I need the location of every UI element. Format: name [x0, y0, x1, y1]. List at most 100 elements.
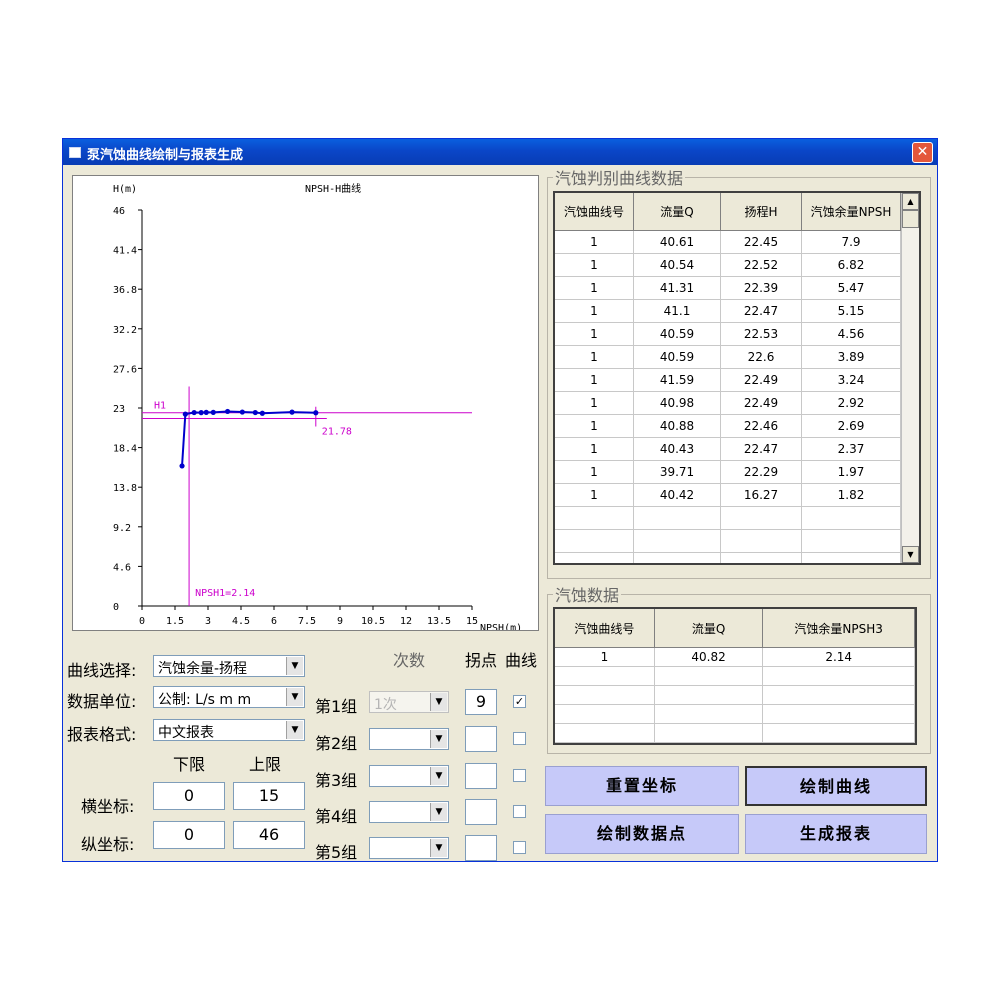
- group-2-curve-checkbox[interactable]: [513, 732, 526, 745]
- table-cell[interactable]: [555, 666, 655, 686]
- table-cell[interactable]: 1: [555, 276, 634, 300]
- chevron-down-icon[interactable]: ▼: [430, 693, 447, 711]
- x-upper-input[interactable]: 15: [233, 782, 305, 810]
- cavitation-data-column-header[interactable]: 汽蚀余量NPSH3: [762, 609, 915, 648]
- table-cell[interactable]: 4.56: [801, 322, 901, 346]
- table-cell[interactable]: 7.9: [801, 230, 901, 254]
- table-cell[interactable]: [555, 723, 655, 743]
- table-cell[interactable]: 40.43: [633, 437, 721, 461]
- scroll-down-icon[interactable]: ▼: [902, 546, 919, 563]
- table-cell[interactable]: 1: [555, 345, 634, 369]
- table-cell[interactable]: 3.24: [801, 368, 901, 392]
- chevron-down-icon[interactable]: ▼: [286, 657, 303, 675]
- table-row[interactable]: 1 40.42 16.27 1.82: [555, 483, 901, 507]
- group-3-curve-checkbox[interactable]: [513, 769, 526, 782]
- table-cell[interactable]: 1: [555, 230, 634, 254]
- curve-data-column-header[interactable]: 扬程H: [720, 193, 802, 231]
- table-cell[interactable]: 22.47: [720, 437, 802, 461]
- table-cell[interactable]: [654, 685, 764, 705]
- group-5-inflection-input[interactable]: [465, 835, 497, 861]
- table-cell[interactable]: 22.45: [720, 230, 802, 254]
- table-cell[interactable]: 22.46: [720, 414, 802, 438]
- table-cell[interactable]: 1.82: [801, 483, 901, 507]
- group-5-count-combo[interactable]: ▼: [369, 837, 449, 859]
- scroll-up-icon[interactable]: ▲: [902, 193, 919, 210]
- table-row[interactable]: 1 41.59 22.49 3.24: [555, 368, 901, 392]
- chevron-down-icon[interactable]: ▼: [430, 803, 447, 821]
- table-cell[interactable]: 40.61: [633, 230, 721, 254]
- group-1-count-combo[interactable]: 1次 ▼: [369, 691, 449, 713]
- table-cell[interactable]: 1: [555, 414, 634, 438]
- table-cell[interactable]: 41.59: [633, 368, 721, 392]
- table-cell[interactable]: 40.88: [633, 414, 721, 438]
- table-row[interactable]: [555, 685, 915, 705]
- table-cell[interactable]: 5.47: [801, 276, 901, 300]
- table-cell[interactable]: 16.27: [720, 483, 802, 507]
- close-button[interactable]: ✕: [912, 142, 933, 163]
- table-cell[interactable]: 1: [555, 299, 634, 323]
- group-5-curve-checkbox[interactable]: [513, 841, 526, 854]
- table-row[interactable]: 1 40.82 2.14: [555, 647, 915, 667]
- cavitation-data-column-header[interactable]: 流量Q: [654, 609, 764, 648]
- table-row[interactable]: 1 40.43 22.47 2.37: [555, 437, 901, 461]
- table-cell[interactable]: [801, 506, 901, 530]
- table-row[interactable]: [555, 704, 915, 724]
- table-row[interactable]: [555, 529, 901, 553]
- group-3-count-combo[interactable]: ▼: [369, 765, 449, 787]
- table-cell[interactable]: 2.92: [801, 391, 901, 415]
- table-cell[interactable]: 22.49: [720, 391, 802, 415]
- table-cell[interactable]: 6.82: [801, 253, 901, 277]
- table-cell[interactable]: 2.14: [762, 647, 915, 667]
- group-4-count-combo[interactable]: ▼: [369, 801, 449, 823]
- table-cell[interactable]: 22.29: [720, 460, 802, 484]
- curve-select-combo[interactable]: 汽蚀余量-扬程 ▼: [153, 655, 305, 677]
- chevron-down-icon[interactable]: ▼: [430, 839, 447, 857]
- table-cell[interactable]: 1: [555, 437, 634, 461]
- cavitation-data-grid[interactable]: 汽蚀曲线号 流量Q 汽蚀余量NPSH3 1 40.82 2.14: [553, 607, 917, 745]
- report-format-combo[interactable]: 中文报表 ▼: [153, 719, 305, 741]
- table-cell[interactable]: 22.47: [720, 299, 802, 323]
- table-cell[interactable]: 1.97: [801, 460, 901, 484]
- table-row[interactable]: 1 40.61 22.45 7.9: [555, 230, 901, 254]
- table-cell[interactable]: [555, 529, 634, 553]
- table-cell[interactable]: 5.15: [801, 299, 901, 323]
- scroll-thumb[interactable]: [902, 210, 919, 228]
- table-cell[interactable]: [801, 552, 901, 563]
- table-cell[interactable]: 2.69: [801, 414, 901, 438]
- group-3-inflection-input[interactable]: [465, 763, 497, 789]
- table-cell[interactable]: 22.49: [720, 368, 802, 392]
- draw-curve-button[interactable]: 绘制曲线: [745, 766, 927, 806]
- chevron-down-icon[interactable]: ▼: [430, 767, 447, 785]
- draw-points-button[interactable]: 绘制数据点: [545, 814, 739, 854]
- curve-data-grid[interactable]: 汽蚀曲线号 流量Q 扬程H 汽蚀余量NPSH 1 40.61 22.45 7.9 1 40.54 2…: [553, 191, 921, 565]
- table-cell[interactable]: [762, 704, 915, 724]
- table-cell[interactable]: [720, 506, 802, 530]
- table-cell[interactable]: 22.6: [720, 345, 802, 369]
- table-row[interactable]: 1 40.98 22.49 2.92: [555, 391, 901, 415]
- table-row[interactable]: 1 40.59 22.53 4.56: [555, 322, 901, 346]
- reset-axes-button[interactable]: 重置坐标: [545, 766, 739, 806]
- x-lower-input[interactable]: 0: [153, 782, 225, 810]
- table-cell[interactable]: 22.39: [720, 276, 802, 300]
- table-cell[interactable]: [555, 685, 655, 705]
- table-cell[interactable]: 3.89: [801, 345, 901, 369]
- table-cell[interactable]: 41.31: [633, 276, 721, 300]
- table-row[interactable]: 1 40.59 22.6 3.89: [555, 345, 901, 369]
- group-4-inflection-input[interactable]: [465, 799, 497, 825]
- table-cell[interactable]: 40.42: [633, 483, 721, 507]
- table-cell[interactable]: [654, 666, 764, 686]
- group-2-inflection-input[interactable]: [465, 726, 497, 752]
- table-row[interactable]: 1 41.31 22.39 5.47: [555, 276, 901, 300]
- unit-combo[interactable]: 公制: L/s m m ▼: [153, 686, 305, 708]
- table-cell[interactable]: 41.1: [633, 299, 721, 323]
- table-row[interactable]: [555, 666, 915, 686]
- chevron-down-icon[interactable]: ▼: [286, 688, 303, 706]
- table-cell[interactable]: 2.37: [801, 437, 901, 461]
- table-cell[interactable]: 1: [555, 368, 634, 392]
- group-2-count-combo[interactable]: ▼: [369, 728, 449, 750]
- table-cell[interactable]: 40.59: [633, 322, 721, 346]
- table-row[interactable]: [555, 506, 901, 530]
- curve-data-column-header[interactable]: 汽蚀曲线号: [555, 193, 634, 231]
- table-cell[interactable]: 40.54: [633, 253, 721, 277]
- table-cell[interactable]: [720, 552, 802, 563]
